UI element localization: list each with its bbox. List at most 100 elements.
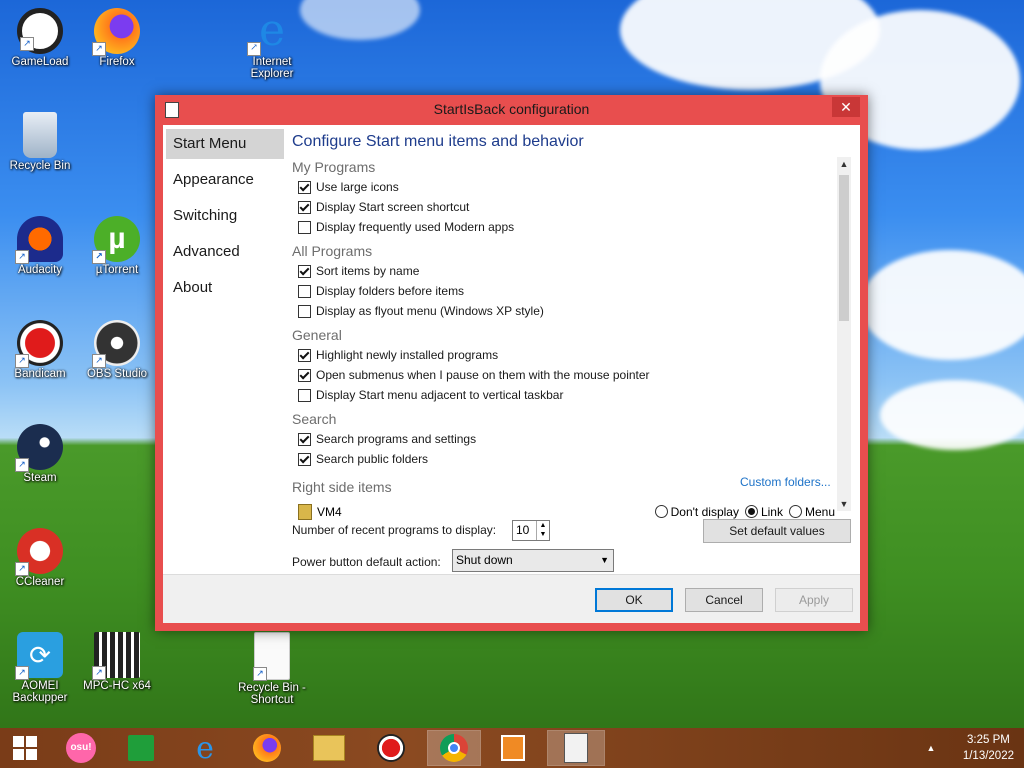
desktop-icon-aomei-backupper[interactable]: ⟳ ↗ AOMEI Backupper [0, 632, 80, 704]
obs-studio-icon: ↗ [92, 320, 140, 368]
checkbox-folders-before-items[interactable]: Display folders before items [292, 281, 850, 301]
radio-link[interactable]: Link [744, 505, 783, 519]
options-scrollbar[interactable]: ▲ ▼ [837, 157, 851, 511]
checkbox-box[interactable] [298, 264, 311, 278]
checkbox-box[interactable] [298, 348, 311, 362]
nav-item-start-menu[interactable]: Start Menu [166, 129, 284, 159]
group-general: General [292, 327, 342, 343]
desktop-icon-gameload[interactable]: ↗ GameLoad [0, 8, 80, 68]
power-button-select[interactable]: Shut down ▼ [452, 549, 614, 572]
desktop-icon-recycle-bin[interactable]: Recycle Bin [0, 112, 80, 172]
taskbar-file-explorer[interactable] [306, 731, 352, 765]
desktop-icon-ccleaner[interactable]: ↗ CCleaner [0, 528, 80, 588]
nav-item-appearance[interactable]: Appearance [166, 165, 284, 195]
checkbox-box[interactable] [298, 200, 311, 214]
scroll-up-icon[interactable]: ▲ [837, 157, 851, 171]
checkbox-search-programs[interactable]: Search programs and settings [292, 429, 850, 449]
checkbox-box[interactable] [298, 368, 311, 382]
nav-item-switching[interactable]: Switching [166, 201, 284, 231]
stepper-arrows-icon[interactable]: ▲ ▼ [536, 521, 549, 540]
radio-dont-display[interactable]: Don't display [654, 505, 739, 519]
checkbox-sort-by-name[interactable]: Sort items by name [292, 261, 850, 281]
taskbar-startisback-config[interactable] [547, 730, 605, 766]
startisback-icon [564, 733, 588, 763]
tray-overflow-button[interactable]: ▲ [920, 731, 942, 765]
cancel-button[interactable]: Cancel [685, 588, 763, 612]
radio-menu[interactable]: Menu [788, 505, 835, 519]
desktop-icon-mpc-hc[interactable]: ↗ MPC-HC x64 [77, 632, 157, 692]
aomei-backupper-icon: ⟳ ↗ [15, 632, 63, 680]
start-button[interactable] [2, 731, 48, 765]
checkbox-box[interactable] [298, 452, 311, 466]
radio-circle[interactable] [654, 505, 668, 518]
chevron-down-icon: ▼ [600, 555, 609, 565]
recent-programs-value[interactable]: 10 [513, 521, 536, 540]
desktop-icon-utorrent[interactable]: µ ↗ µTorrent [77, 216, 157, 276]
checkbox-box[interactable] [298, 220, 311, 234]
apply-button[interactable]: Apply [775, 588, 853, 612]
ok-button[interactable]: OK [595, 588, 673, 612]
checkbox-label: Display Start menu adjacent to vertical … [316, 388, 564, 402]
desktop-icon-obs-studio[interactable]: ↗ OBS Studio [77, 320, 157, 380]
osu-icon: osu! [66, 733, 96, 763]
gameload-icon: ↗ [17, 8, 63, 54]
desktop-icon-label: µTorrent [95, 264, 139, 276]
checkbox-box[interactable] [298, 284, 311, 298]
checkbox-highlight-new[interactable]: Highlight newly installed programs [292, 345, 850, 365]
audacity-icon: ↗ [15, 216, 63, 264]
window-title: StartIsBack configuration [433, 101, 590, 117]
checkbox-box[interactable] [298, 388, 311, 402]
desktop-icon-label: Recycle Bin [9, 160, 71, 172]
checkbox-search-public-folders[interactable]: Search public folders [292, 449, 850, 469]
checkbox-flyout-menu[interactable]: Display as flyout menu (Windows XP style… [292, 301, 850, 321]
taskbar-store[interactable] [118, 731, 164, 765]
nav-item-about[interactable]: About [166, 273, 284, 303]
scroll-down-icon[interactable]: ▼ [837, 497, 851, 511]
media-player-icon [501, 735, 525, 761]
close-button[interactable]: ✕ [832, 97, 860, 117]
checkbox-label: Use large icons [316, 180, 399, 194]
window-titlebar[interactable]: StartIsBack configuration ✕ [155, 95, 868, 123]
radio-circle[interactable] [788, 505, 802, 518]
page-heading: Configure Start menu items and behavior [292, 133, 584, 150]
desktop-icon-recycle-bin-shortcut[interactable]: ↗ Recycle Bin - Shortcut [232, 632, 312, 706]
taskbar: osu! e ▲ 3:25 PM 1/13/2022 [0, 728, 1024, 768]
clock-time: 3:25 PM [967, 734, 1010, 746]
desktop-icon-audacity[interactable]: ↗ Audacity [0, 216, 80, 276]
steam-icon: ↗ [15, 424, 63, 472]
taskbar-osu[interactable]: osu! [58, 731, 104, 765]
set-default-values-button[interactable]: Set default values [703, 519, 851, 543]
clock-date: 1/13/2022 [962, 750, 1014, 762]
scrollbar-thumb[interactable] [839, 175, 849, 321]
desktop-icon-internet-explorer[interactable]: e ↗ Internet Explorer [232, 8, 312, 80]
checkbox-box[interactable] [298, 432, 311, 446]
nav-item-advanced[interactable]: Advanced [166, 237, 284, 267]
taskbar-internet-explorer[interactable]: e [182, 731, 228, 766]
group-all-programs: All Programs [292, 243, 373, 259]
taskbar-firefox[interactable] [244, 731, 290, 765]
checkbox-label: Search programs and settings [316, 432, 477, 446]
checkbox-modern-apps[interactable]: Display frequently used Modern apps [292, 217, 850, 237]
desktop-icon-firefox[interactable]: ↗ Firefox [77, 8, 157, 68]
folder-icon [313, 735, 345, 761]
desktop-icon-steam[interactable]: ↗ Steam [0, 424, 80, 484]
checkbox-adjacent-taskbar[interactable]: Display Start menu adjacent to vertical … [292, 385, 850, 405]
desktop-icon-bandicam[interactable]: ↗ Bandicam [0, 320, 80, 380]
radio-circle[interactable] [744, 505, 758, 518]
checkbox-label: Display frequently used Modern apps [316, 220, 515, 234]
recent-programs-stepper[interactable]: 10 ▲ ▼ [512, 520, 550, 541]
mpc-hc-icon: ↗ [92, 632, 140, 680]
checkbox-large-icons[interactable]: Use large icons [292, 177, 850, 197]
desktop-icon-label: GameLoad [11, 56, 69, 68]
system-clock[interactable]: 3:25 PM 1/13/2022 [963, 732, 1014, 764]
checkbox-box[interactable] [298, 304, 311, 318]
taskbar-media-player[interactable] [490, 731, 536, 765]
taskbar-chrome[interactable] [427, 730, 481, 766]
checkbox-box[interactable] [298, 180, 311, 194]
taskbar-bandicam[interactable] [368, 731, 414, 765]
checkbox-start-screen-shortcut[interactable]: Display Start screen shortcut [292, 197, 850, 217]
custom-folders-link[interactable]: Custom folders... [740, 475, 831, 489]
checkbox-label: Display as flyout menu (Windows XP style… [316, 304, 544, 318]
checkbox-label: Display Start screen shortcut [316, 200, 470, 214]
checkbox-open-submenus[interactable]: Open submenus when I pause on them with … [292, 365, 850, 385]
